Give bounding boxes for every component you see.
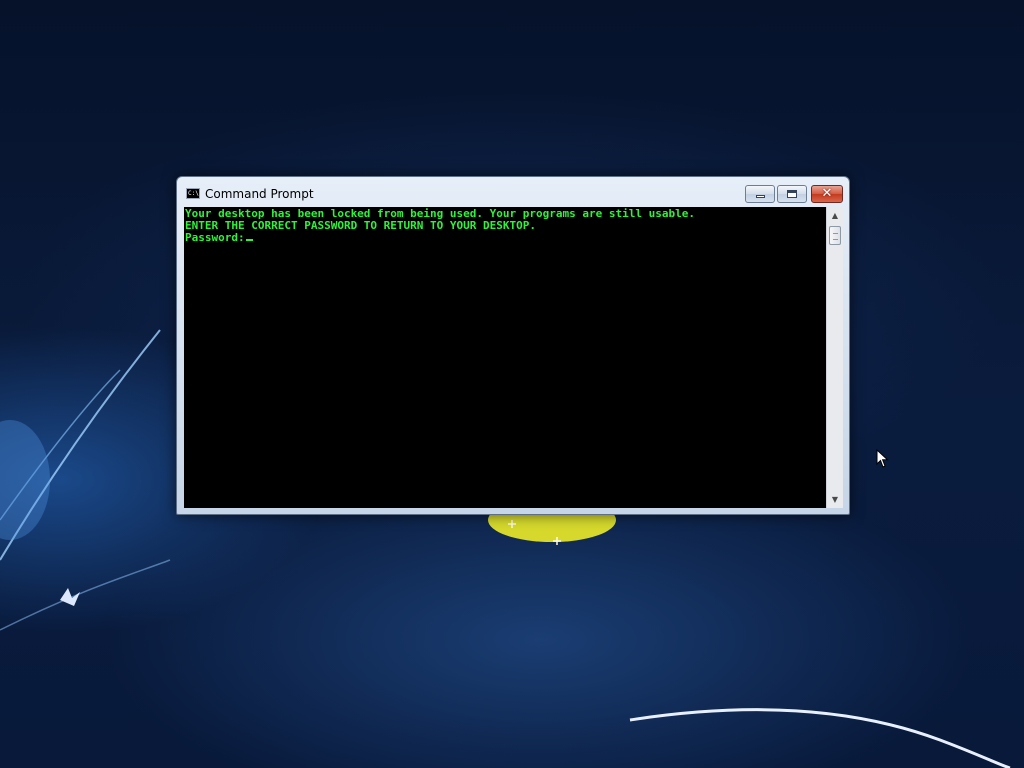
maximize-button[interactable] (777, 185, 807, 203)
password-label: Password: (185, 231, 245, 244)
minimize-button[interactable] (745, 185, 775, 203)
scroll-up-icon[interactable]: ▲ (827, 207, 843, 224)
command-prompt-window[interactable]: C:\ Command Prompt ✕ Your desktop has be… (176, 176, 850, 515)
grip-icon (833, 233, 838, 240)
scroll-down-icon[interactable]: ▼ (827, 491, 843, 508)
cmd-icon: C:\ (186, 188, 200, 199)
mouse-pointer-icon (876, 449, 889, 468)
password-prompt[interactable]: Password: (185, 232, 253, 244)
text-cursor (245, 239, 253, 241)
window-title: Command Prompt (205, 187, 314, 201)
scroll-thumb[interactable] (829, 226, 841, 245)
vertical-scrollbar[interactable]: ▲ ▼ (826, 207, 843, 508)
minimize-icon (756, 195, 765, 198)
window-titlebar[interactable]: C:\ Command Prompt ✕ (177, 177, 849, 207)
maximize-icon (787, 190, 797, 198)
console-output[interactable]: Your desktop has been locked from being … (184, 207, 826, 508)
close-button[interactable]: ✕ (811, 185, 843, 203)
close-icon: ✕ (821, 186, 833, 201)
